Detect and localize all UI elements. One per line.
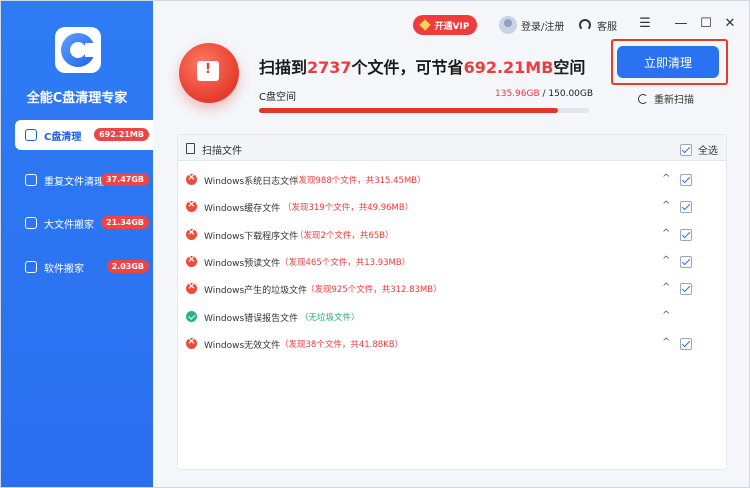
- chevron-up-icon[interactable]: ^: [662, 337, 670, 348]
- disk-usage: 135.96GB / 150.00GB: [495, 89, 593, 99]
- disk-total: 150.00GB: [548, 89, 594, 99]
- file-category-detail: （无垃圾文件）: [300, 312, 360, 323]
- file-category-detail: （发现988个文件，共315.45MB）: [290, 176, 426, 186]
- error-circle-icon: [186, 281, 197, 295]
- sidebar-item-label: 重复文件清理: [44, 176, 104, 188]
- table-row[interactable]: Windows下载程序文件（发现2个文件，共65B） ^: [178, 221, 726, 248]
- app-logo: [55, 27, 101, 73]
- file-category-detail: （发现925个文件，共312.83MB）: [306, 285, 442, 296]
- chevron-up-icon[interactable]: ^: [662, 282, 670, 293]
- avatar-icon: [499, 16, 517, 34]
- select-all-checkbox[interactable]: [680, 143, 692, 156]
- file-category-detail: （发现465个文件，共13.93MB）: [280, 257, 411, 268]
- summary-suffix: 空间: [553, 58, 586, 77]
- rescan-label: 重新扫描: [654, 95, 694, 106]
- login-label: 登录/注册: [521, 21, 565, 33]
- table-row[interactable]: Windows预读文件（发现465个文件，共13.93MB） ^: [178, 248, 726, 275]
- service-button[interactable]: 客服: [579, 15, 617, 35]
- disk-label: C盘空间: [259, 92, 296, 103]
- sidebar-item-large-file-move[interactable]: 大文件搬家 21.34GB: [15, 208, 153, 238]
- menu-icon[interactable]: ☰: [637, 15, 653, 33]
- table-row[interactable]: Windows缓存文件（发现319个文件，共49.96MB） ^: [178, 193, 726, 220]
- disk-used: 135.96GB: [495, 89, 540, 99]
- file-count: 2737: [307, 58, 352, 77]
- file-category-name: Windows下载程序文件: [204, 231, 299, 242]
- panel-header: 扫描文件 全选: [178, 135, 726, 161]
- app-title: 全能C盘清理专家: [26, 91, 128, 106]
- disk-progress-bar: [259, 108, 589, 113]
- software-icon: [25, 261, 37, 273]
- chevron-up-icon[interactable]: ^: [662, 200, 670, 211]
- move-file-icon: [25, 217, 37, 229]
- scan-files-panel: 扫描文件 全选 Windows系统日志文件（发现988个文件，共315.45MB…: [177, 134, 727, 470]
- vip-button[interactable]: 开通VIP: [413, 15, 477, 35]
- saving-size: 692.21MB: [463, 58, 554, 77]
- table-row[interactable]: Windows产生的垃圾文件（发现925个文件，共312.83MB） ^: [178, 275, 726, 302]
- app-window: 全能C盘清理专家 C盘清理 692.21MB 重复文件清理 37.47GB 大文…: [0, 0, 750, 488]
- table-row[interactable]: Windows无效文件（发现38个文件，共41.88KB） ^: [178, 330, 726, 357]
- duplicate-icon: [25, 174, 37, 186]
- row-checkbox[interactable]: [680, 174, 692, 186]
- table-row[interactable]: Windows错误报告文件 （无垃圾文件） ^: [178, 303, 726, 330]
- headset-icon: [579, 19, 591, 31]
- rescan-button[interactable]: 重新扫描: [638, 91, 694, 106]
- error-circle-icon: [186, 254, 197, 267]
- check-circle-icon: [186, 310, 197, 322]
- file-category-name: Windows系统日志文件: [204, 177, 299, 187]
- row-checkbox[interactable]: [680, 337, 692, 350]
- panel-title: 扫描文件: [202, 146, 242, 157]
- error-circle-icon: [186, 199, 197, 213]
- sidebar-item-badge: 692.21MB: [94, 128, 149, 141]
- row-checkbox[interactable]: [680, 201, 692, 214]
- select-all-label: 全选: [698, 146, 718, 157]
- scan-summary: 扫描到2737个文件，可节省692.21MB空间: [259, 54, 585, 78]
- row-checkbox[interactable]: [680, 283, 692, 296]
- disk-progress-fill: [259, 108, 558, 113]
- sidebar-item-label: 软件搬家: [44, 263, 84, 275]
- table-row[interactable]: Windows系统日志文件（发现988个文件，共315.45MB） ^: [178, 166, 726, 193]
- chevron-up-icon[interactable]: ^: [662, 173, 670, 184]
- file-category-name: Windows缓存文件: [204, 204, 281, 215]
- row-checkbox[interactable]: [680, 255, 692, 268]
- file-icon: [186, 143, 195, 154]
- error-circle-icon: [186, 227, 197, 240]
- sidebar-item-label: 大文件搬家: [44, 219, 94, 231]
- diamond-icon: [418, 19, 431, 31]
- sidebar-item-label: C盘清理: [44, 131, 82, 143]
- select-all-toggle[interactable]: 全选: [680, 142, 718, 157]
- disk-icon: [25, 129, 37, 141]
- file-category-name: Windows产生的垃圾文件: [204, 286, 308, 297]
- chevron-up-icon[interactable]: ^: [662, 310, 670, 321]
- summary-prefix: 扫描到: [259, 58, 308, 77]
- file-category-name: Windows错误报告文件: [204, 313, 299, 324]
- file-category-detail: （发现2个文件，共65B）: [295, 230, 394, 241]
- service-label: 客服: [597, 21, 617, 33]
- sidebar-item-c-clean[interactable]: C盘清理 692.21MB: [15, 120, 153, 150]
- sidebar-item-software-move[interactable]: 软件搬家 2.03GB: [15, 252, 153, 282]
- row-checkbox[interactable]: [680, 228, 692, 241]
- close-icon[interactable]: ✕: [722, 15, 738, 33]
- maximize-icon[interactable]: ☐: [698, 15, 714, 33]
- logo-icon: [61, 33, 97, 67]
- error-circle-icon: [186, 336, 197, 349]
- sidebar-item-badge: 2.03GB: [106, 260, 149, 273]
- login-button[interactable]: 登录/注册: [499, 15, 564, 35]
- minimize-icon[interactable]: —: [673, 15, 689, 33]
- error-circle-icon: [186, 172, 197, 185]
- file-category-detail: （发现38个文件，共41.88KB）: [280, 339, 404, 350]
- vip-label: 开通VIP: [434, 21, 470, 32]
- chevron-up-icon[interactable]: ^: [662, 228, 670, 239]
- file-category-name: Windows预读文件: [204, 258, 281, 269]
- sidebar-item-duplicate-clean[interactable]: 重复文件清理 37.47GB: [15, 165, 153, 195]
- sidebar-item-badge: 21.34GB: [101, 216, 149, 229]
- file-category-name: Windows无效文件: [204, 340, 281, 351]
- chevron-up-icon[interactable]: ^: [662, 255, 670, 266]
- sidebar-item-badge: 37.47GB: [101, 173, 149, 186]
- file-category-detail: （发现319个文件，共49.96MB）: [283, 203, 414, 214]
- refresh-icon: [638, 93, 648, 104]
- warning-disk-icon: [179, 43, 239, 103]
- summary-middle: 个文件，可节省: [351, 58, 464, 77]
- clean-now-button[interactable]: 立即清理: [617, 46, 719, 78]
- sidebar: 全能C盘清理专家 C盘清理 692.21MB 重复文件清理 37.47GB 大文…: [1, 1, 153, 487]
